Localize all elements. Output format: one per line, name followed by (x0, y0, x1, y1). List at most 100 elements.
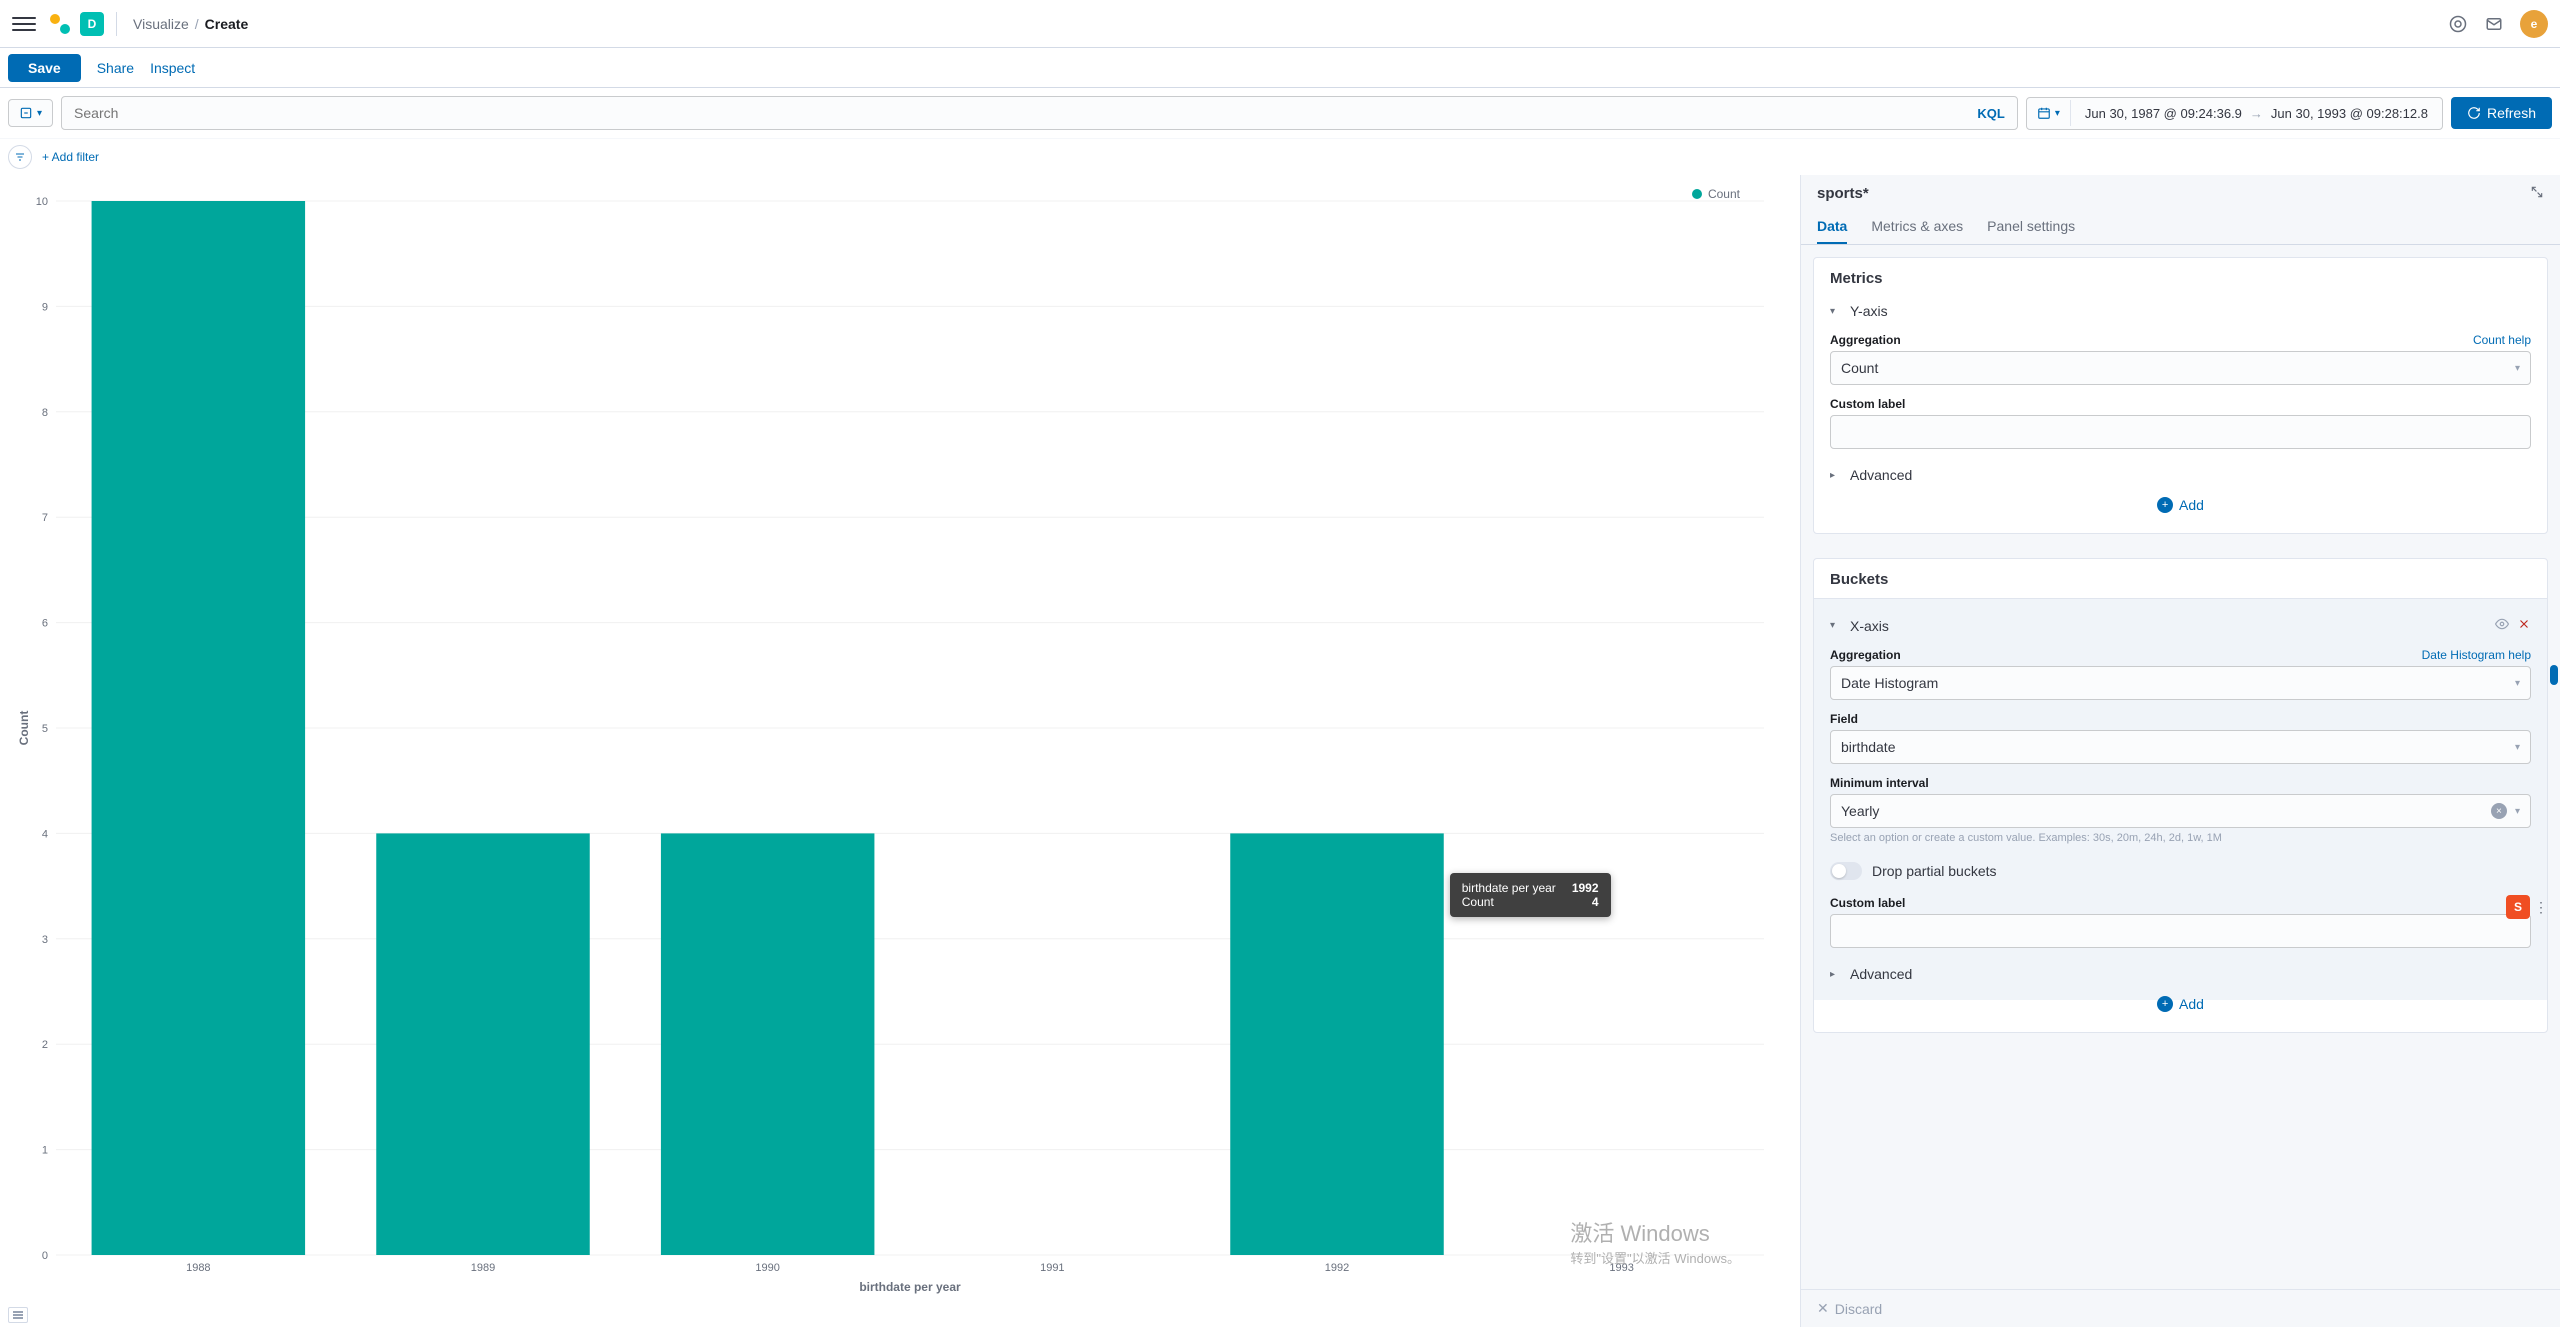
discard-label: Discard (1835, 1301, 1882, 1317)
toggle-visibility-icon[interactable] (2495, 617, 2509, 634)
save-button[interactable]: Save (8, 54, 81, 82)
filter-bar: + Add filter (0, 139, 2560, 175)
refresh-button[interactable]: Refresh (2451, 97, 2552, 129)
add-label: Add (2179, 497, 2204, 513)
field-label: Field (1830, 712, 1858, 726)
aggregation-label: Aggregation (1830, 333, 1901, 347)
aggregation-select[interactable]: Count ▾ (1830, 351, 2531, 385)
date-range-button[interactable]: Jun 30, 1987 @ 09:24:36.9 → Jun 30, 1993… (2071, 98, 2442, 129)
bucket-custom-label-label: Custom label (1830, 896, 1905, 910)
tab-panel-settings[interactable]: Panel settings (1987, 210, 2075, 244)
bucket-custom-label-input[interactable] (1830, 914, 2531, 948)
kql-toggle[interactable]: KQL (1965, 106, 2016, 121)
count-help-link[interactable]: Count help (2473, 333, 2531, 347)
svg-text:Count: Count (17, 711, 31, 746)
add-filter-button[interactable]: + Add filter (42, 150, 99, 164)
y-axis-label: Y-axis (1850, 303, 1888, 319)
chevron-down-icon: ▾ (2515, 363, 2520, 374)
breadcrumb: Visualize / Create (133, 16, 248, 32)
chevron-down-icon: ▾ (1830, 620, 1842, 631)
custom-label-input[interactable] (1830, 415, 2531, 449)
advanced-toggle[interactable]: ▸ Advanced (1830, 461, 2531, 489)
chart-tooltip: birthdate per year 1992 Count 4 (1450, 873, 1611, 917)
remove-bucket-icon[interactable] (2517, 617, 2531, 634)
search-box: KQL (61, 96, 2018, 130)
svg-text:0: 0 (42, 1250, 48, 1262)
newsfeed-icon[interactable] (2484, 14, 2504, 34)
chevron-down-icon: ▾ (1830, 306, 1842, 317)
date-picker: ▾ Jun 30, 1987 @ 09:24:36.9 → Jun 30, 19… (2026, 97, 2443, 130)
field-value: birthdate (1841, 739, 1895, 755)
user-avatar[interactable]: e (2520, 10, 2548, 38)
help-icon[interactable] (2448, 14, 2468, 34)
svg-text:1993: 1993 (1609, 1262, 1633, 1274)
x-axis-toggle[interactable]: ▾ X-axis (1830, 611, 2531, 640)
chevron-down-icon: ▾ (2515, 678, 2520, 689)
drop-partial-toggle[interactable] (1830, 862, 1862, 880)
clear-icon[interactable]: × (2491, 803, 2507, 819)
chevron-down-icon: ▾ (2515, 742, 2520, 753)
query-bar: ▾ KQL ▾ Jun 30, 1987 @ 09:24:36.9 → Jun … (0, 88, 2560, 139)
svg-text:1: 1 (42, 1145, 48, 1157)
tab-data[interactable]: Data (1817, 210, 1847, 244)
svg-text:birthdate per year: birthdate per year (859, 1280, 961, 1294)
bucket-aggregation-select[interactable]: Date Histogram ▾ (1830, 666, 2531, 700)
filter-options-icon[interactable] (8, 145, 32, 169)
svg-text:1990: 1990 (755, 1262, 779, 1274)
widget-icon[interactable]: S (2506, 895, 2530, 919)
metrics-title: Metrics (1830, 270, 2531, 287)
chart-legend[interactable]: Count (1692, 187, 1740, 201)
panel-footer: ✕ Discard (1801, 1289, 2560, 1327)
interval-value: Yearly (1841, 803, 1879, 819)
editor-panel: ▸ sports* Data Metrics & axes Panel sett… (1800, 175, 2560, 1327)
chart-settings-icon[interactable] (8, 1307, 28, 1323)
breadcrumb-visualize[interactable]: Visualize (133, 16, 189, 32)
legend-dot-icon (1692, 189, 1702, 199)
svg-text:2: 2 (42, 1039, 48, 1051)
space-selector[interactable]: D (80, 12, 104, 36)
add-metric-button[interactable]: + Add (1830, 489, 2531, 521)
bucket-advanced-label: Advanced (1850, 966, 1912, 982)
elastic-logo-icon[interactable] (48, 12, 72, 36)
search-input[interactable] (62, 97, 1965, 129)
bar-chart[interactable]: 012345678910198819891990199119921993birt… (16, 191, 1784, 1295)
metrics-section: Metrics ▾ Y-axis Aggregation Count help … (1813, 257, 2548, 534)
x-axis-label: X-axis (1850, 618, 1889, 634)
query-options-button[interactable]: ▾ (8, 99, 53, 127)
widget-drag-icon[interactable]: ⋮ (2534, 899, 2548, 916)
chart-area: Count 0123456789101988198919901991199219… (0, 175, 1800, 1327)
field-select[interactable]: birthdate ▾ (1830, 730, 2531, 764)
svg-text:5: 5 (42, 723, 48, 735)
workspace: Count 0123456789101988198919901991199219… (0, 175, 2560, 1327)
logo-cluster: D (48, 12, 117, 36)
panel-collapse-handle[interactable]: ▸ (1800, 735, 1801, 775)
scrollbar-thumb[interactable] (2550, 665, 2558, 685)
svg-text:9: 9 (42, 301, 48, 313)
bucket-aggregation-value: Date Histogram (1841, 675, 1938, 691)
calendar-icon[interactable]: ▾ (2027, 100, 2071, 126)
svg-text:1989: 1989 (471, 1262, 495, 1274)
svg-text:1992: 1992 (1325, 1262, 1349, 1274)
bucket-advanced-toggle[interactable]: ▸ Advanced (1830, 960, 2531, 988)
panel-link-icon[interactable] (2530, 185, 2544, 202)
date-to: Jun 30, 1993 @ 09:28:12.8 (2271, 106, 2428, 121)
bucket-aggregation-label: Aggregation (1830, 648, 1901, 662)
inspect-button[interactable]: Inspect (150, 60, 195, 76)
discard-button[interactable]: ✕ Discard (1817, 1300, 1882, 1317)
date-histogram-help-link[interactable]: Date Histogram help (2422, 648, 2531, 662)
tab-metrics-axes[interactable]: Metrics & axes (1871, 210, 1963, 244)
svg-text:10: 10 (36, 196, 48, 208)
panel-tabs: Data Metrics & axes Panel settings (1801, 210, 2560, 245)
y-axis-toggle[interactable]: ▾ Y-axis (1830, 297, 2531, 325)
index-pattern-name[interactable]: sports* (1817, 185, 2530, 202)
svg-text:6: 6 (42, 618, 48, 630)
breadcrumb-create: Create (205, 16, 249, 32)
chevron-right-icon: ▸ (1830, 969, 1842, 980)
drop-partial-label: Drop partial buckets (1872, 863, 1997, 879)
menu-toggle-icon[interactable] (12, 12, 36, 36)
interval-select[interactable]: Yearly × ▾ (1830, 794, 2531, 828)
share-button[interactable]: Share (97, 60, 134, 76)
close-icon: ✕ (1817, 1300, 1829, 1317)
add-bucket-button[interactable]: + Add (1830, 988, 2531, 1020)
floating-widget: S ⋮ (2506, 895, 2548, 919)
